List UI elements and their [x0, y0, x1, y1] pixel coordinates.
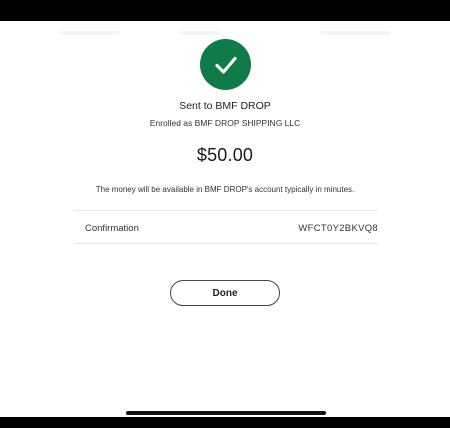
confirmation-number: WFCT0Y2BKVQ8: [298, 223, 378, 234]
done-button[interactable]: Done: [170, 280, 280, 306]
checkmark-circle-icon: [200, 39, 251, 90]
payment-amount: $50.00: [196, 145, 254, 165]
divider-top: [74, 210, 378, 211]
divider-bottom: [74, 243, 378, 244]
recipient-line: Sent to BMF DROP: [179, 100, 271, 112]
payment-confirmation-screen: Sent to BMF DROP Enrolled as BMF DROP SH…: [0, 21, 450, 417]
home-indicator[interactable]: [126, 411, 326, 415]
enrolled-line: Enrolled as BMF DROP SHIPPING LLC: [149, 118, 301, 128]
confirmation-label: Confirmation: [85, 223, 139, 234]
checkmark-icon: [214, 56, 237, 74]
availability-note: The money will be available in BMF DROP'…: [95, 185, 355, 194]
faint-header-bleed: [60, 29, 390, 39]
